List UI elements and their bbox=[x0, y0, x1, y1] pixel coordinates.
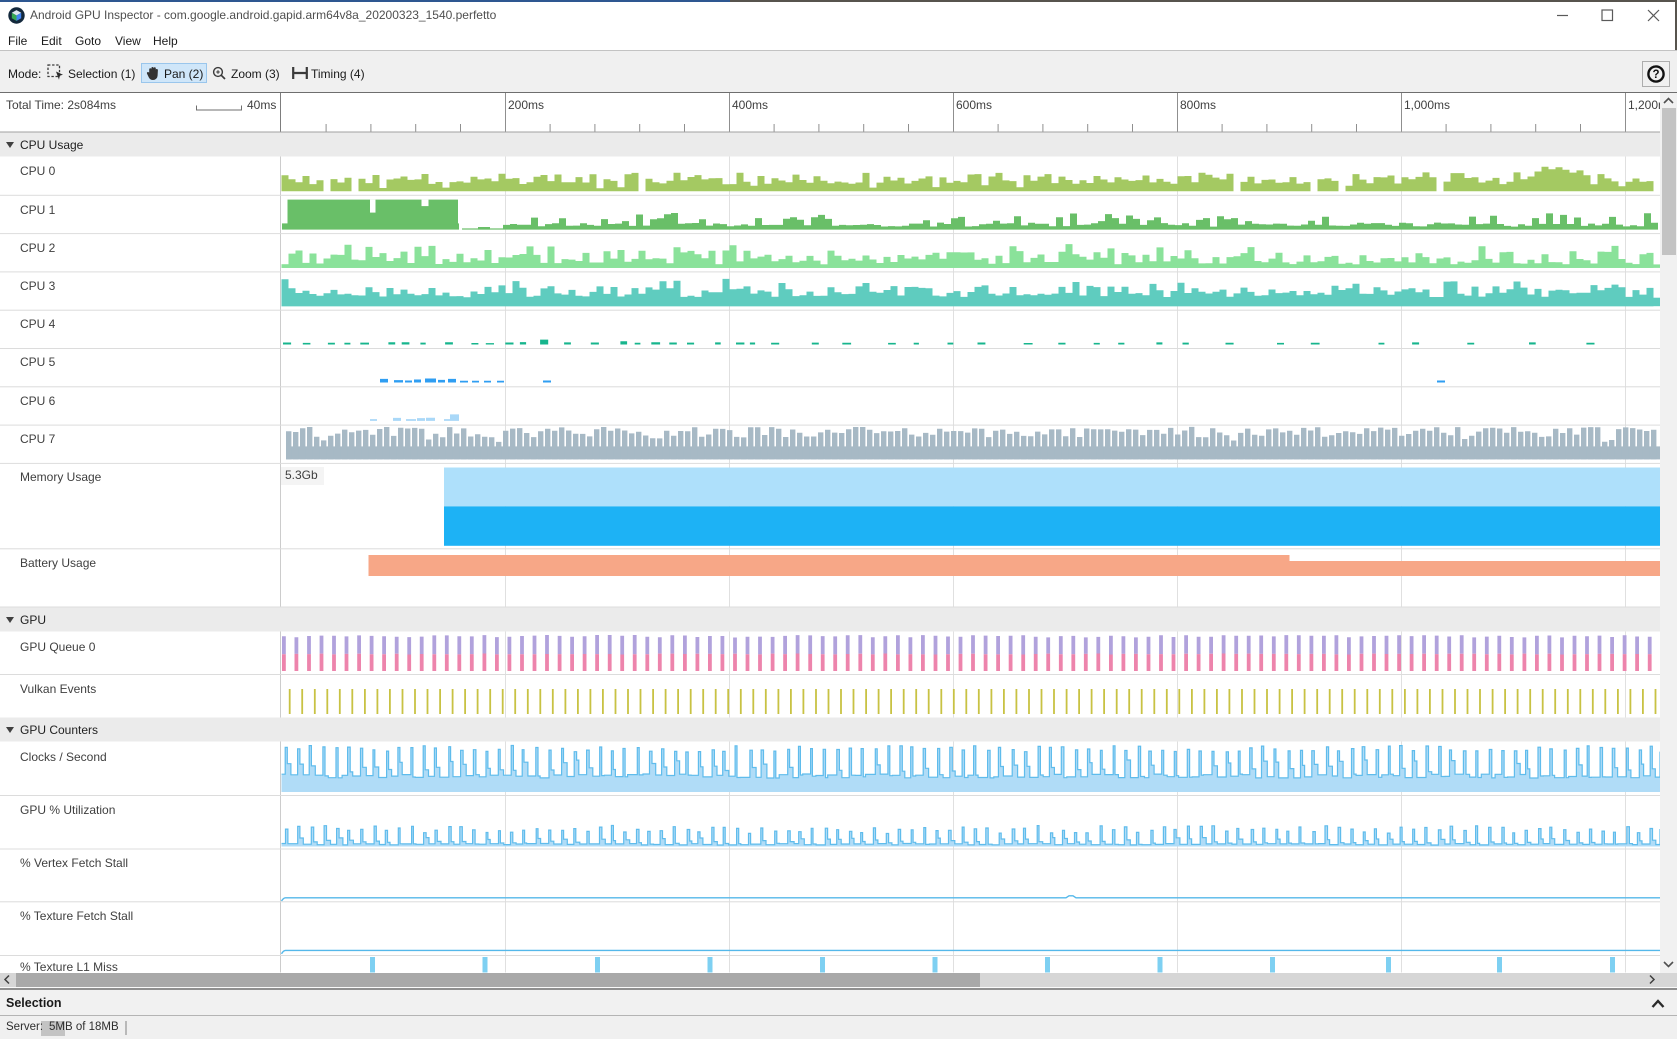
svg-text:?: ? bbox=[1652, 69, 1659, 81]
